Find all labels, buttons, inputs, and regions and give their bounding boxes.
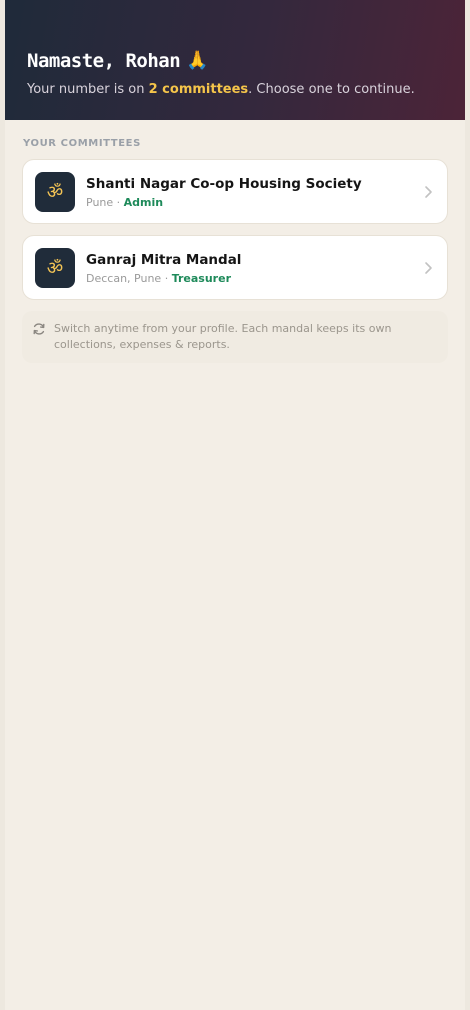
committee-card-ganraj-mitra[interactable]: ॐ Ganraj Mitra Mandal Deccan, Pune · Tre… xyxy=(22,235,448,300)
folded-hands-icon: 🙏 xyxy=(186,50,209,71)
committee-count-highlight: 2 committees xyxy=(148,82,249,97)
meta-separator: · xyxy=(113,195,124,209)
section-label: YOUR COMMITTEES xyxy=(23,138,141,149)
committee-role: Treasurer xyxy=(171,271,231,285)
committee-card-shanti-nagar[interactable]: ॐ Shanti Nagar Co-op Housing Society Pun… xyxy=(22,159,448,224)
committee-role: Admin xyxy=(123,195,164,209)
committee-info: Ganraj Mitra Mandal Deccan, Pune · Treas… xyxy=(86,251,415,285)
chevron-right-icon xyxy=(425,185,432,198)
app-screen: Namaste, Rohan 🙏 Your number is on 2 com… xyxy=(5,0,465,1010)
greeting-text: Namaste, Rohan xyxy=(27,50,181,72)
meta-separator: · xyxy=(161,271,172,285)
committee-location: Pune xyxy=(86,195,114,209)
committee-list: ॐ Shanti Nagar Co-op Housing Society Pun… xyxy=(5,149,465,363)
switch-info-note: Switch anytime from your profile. Each m… xyxy=(22,311,448,363)
greeting-subtitle: Your number is on 2 committees. Choose o… xyxy=(27,80,443,100)
refresh-icon xyxy=(33,323,45,335)
welcome-header: Namaste, Rohan 🙏 Your number is on 2 com… xyxy=(5,0,465,120)
om-logo-icon: ॐ xyxy=(35,247,75,288)
chevron-right-icon xyxy=(425,261,432,274)
committee-info: Shanti Nagar Co-op Housing Society Pune … xyxy=(86,175,415,209)
switch-info-text: Switch anytime from your profile. Each m… xyxy=(54,322,392,351)
subtitle-prefix: Your number is on xyxy=(27,82,149,97)
committee-meta: Deccan, Pune · Treasurer xyxy=(86,272,415,285)
om-logo-icon: ॐ xyxy=(35,171,75,212)
committee-meta: Pune · Admin xyxy=(86,196,415,209)
committee-name: Ganraj Mitra Mandal xyxy=(86,251,242,268)
committee-name: Shanti Nagar Co-op Housing Society xyxy=(86,175,362,192)
subtitle-suffix: . Choose one to continue. xyxy=(248,82,415,97)
greeting-title: Namaste, Rohan 🙏 xyxy=(27,48,443,74)
committee-location: Deccan, Pune xyxy=(86,271,162,285)
